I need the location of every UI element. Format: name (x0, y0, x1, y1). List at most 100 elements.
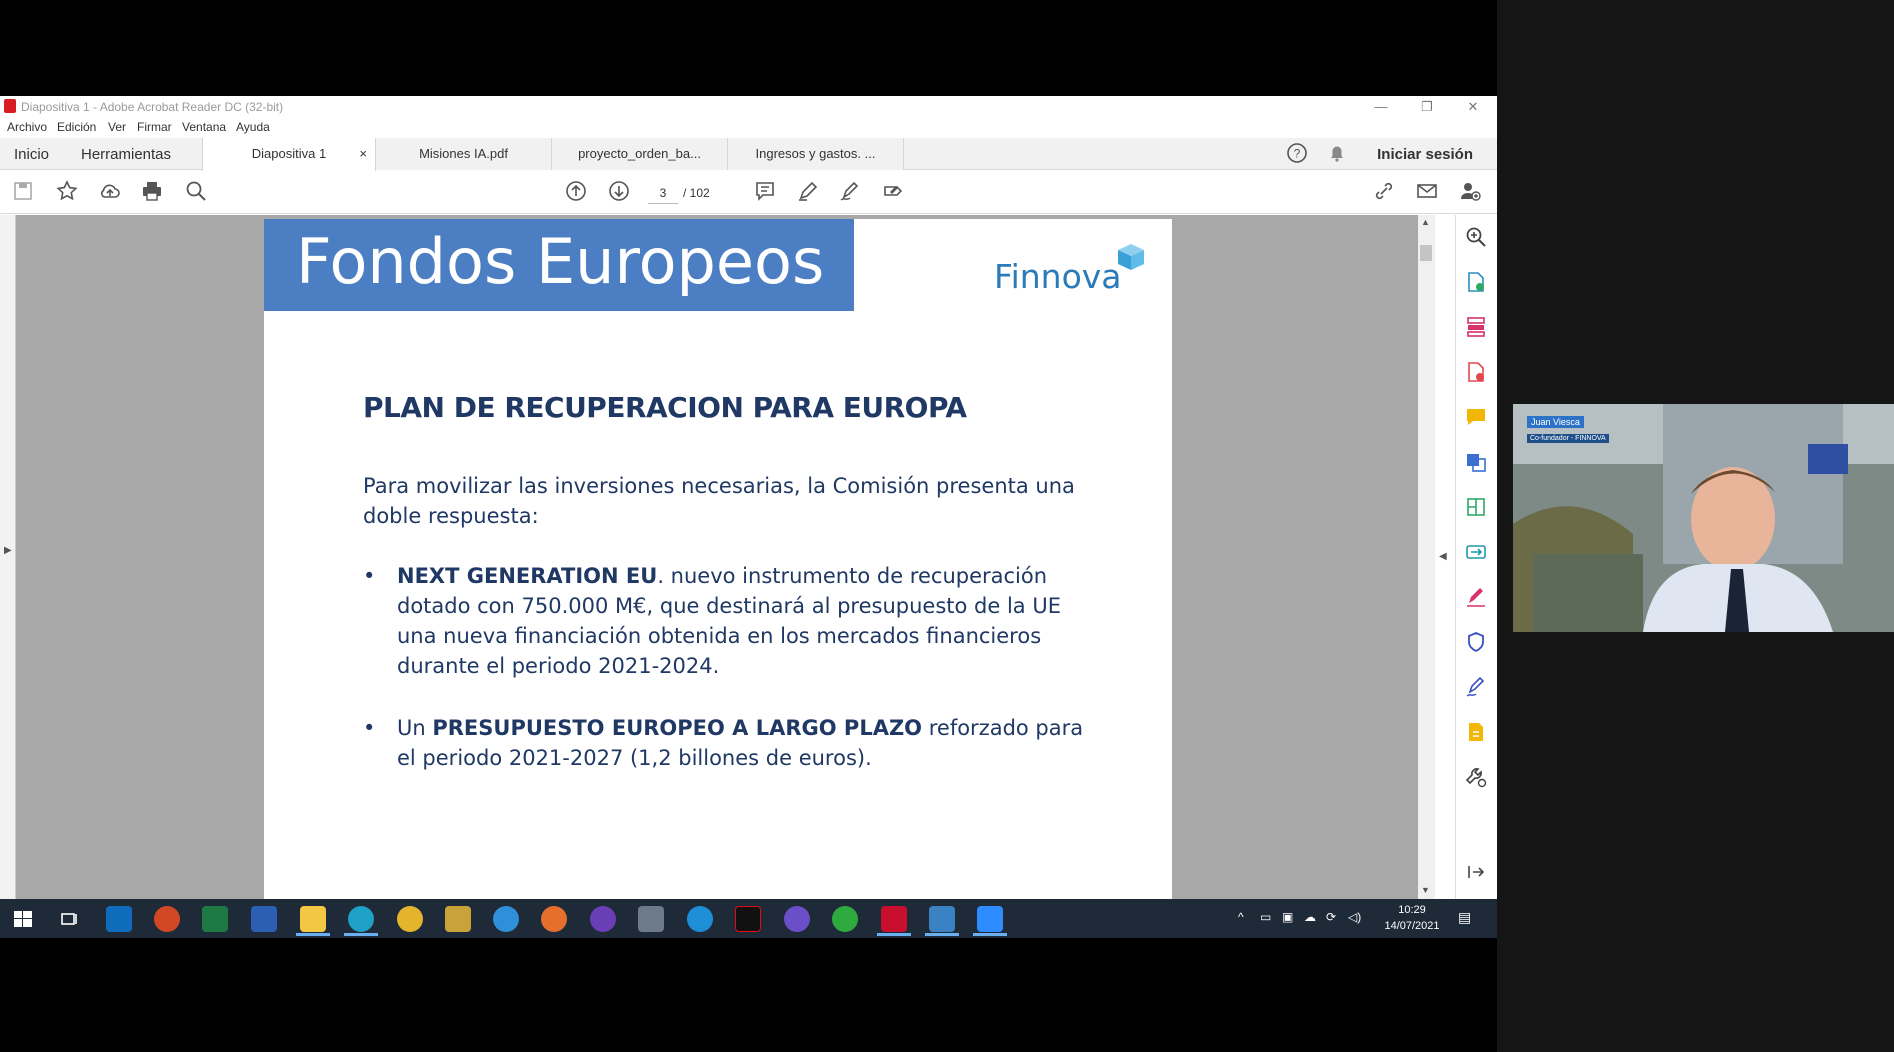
signin-button[interactable]: Iniciar sesión (1377, 146, 1473, 163)
more-tools-icon[interactable] (1464, 765, 1488, 789)
active-indicator (925, 933, 959, 936)
notifications-bell-icon[interactable] (1324, 141, 1350, 167)
internet-explorer-icon[interactable] (493, 906, 519, 932)
task-view-icon[interactable] (56, 906, 82, 932)
vertical-scrollbar[interactable]: ▲ ▼ (1418, 215, 1435, 899)
active-indicator (973, 933, 1007, 936)
help-icon[interactable]: ? (1284, 141, 1310, 167)
tray-app-icon[interactable]: ▭ (1260, 910, 1271, 924)
close-window-button[interactable]: ✕ (1450, 96, 1496, 118)
left-nav-strip[interactable]: ▶ (0, 215, 16, 899)
menu-ventana[interactable]: Ventana (182, 120, 226, 134)
page-number-input[interactable]: 3 (648, 182, 678, 204)
zoom-icon[interactable] (977, 906, 1003, 932)
calculator-icon[interactable] (638, 906, 664, 932)
powerpoint-icon[interactable] (154, 906, 180, 932)
combine-files-icon[interactable] (1464, 450, 1488, 474)
create-pdf-icon[interactable] (1464, 360, 1488, 384)
nav-herramientas[interactable]: Herramientas (81, 146, 171, 163)
nav-inicio[interactable]: Inicio (14, 146, 49, 163)
share-link-icon[interactable] (1371, 179, 1397, 205)
send-for-review-icon[interactable] (1464, 540, 1488, 564)
highlight-pen-icon[interactable] (795, 179, 821, 205)
request-signature-icon[interactable] (1464, 675, 1488, 699)
tab-diapositiva-1[interactable]: Diapositiva 1 × (202, 138, 376, 171)
app-shortcut-icon[interactable] (445, 906, 471, 932)
draw-sign-icon[interactable] (837, 179, 863, 205)
skype-icon[interactable] (687, 906, 713, 932)
comment-icon[interactable] (752, 179, 778, 205)
scroll-thumb[interactable] (1420, 245, 1432, 261)
edge-icon[interactable] (348, 906, 374, 932)
tab-close-icon[interactable]: × (359, 138, 367, 170)
bookmark-star-icon[interactable] (54, 179, 80, 205)
add-user-icon[interactable] (1457, 179, 1483, 205)
email-icon[interactable] (1414, 179, 1440, 205)
zoom-search-icon[interactable] (183, 179, 209, 205)
menu-ver[interactable]: Ver (108, 120, 126, 134)
show-hidden-icons-icon[interactable]: ^ (1238, 910, 1244, 924)
tab-proyecto-orden[interactable]: proyecto_orden_ba... (552, 138, 728, 170)
cortana-icon[interactable] (784, 906, 810, 932)
previous-page-icon[interactable] (563, 179, 589, 205)
network-icon[interactable]: ▣ (1282, 910, 1293, 924)
clock-time: 10:29 (1398, 904, 1426, 916)
chrome-icon[interactable] (397, 906, 423, 932)
save-icon[interactable] (10, 179, 36, 205)
bullet-dot: • (363, 564, 376, 588)
upload-cloud-icon[interactable] (97, 179, 123, 205)
comment-tool-icon[interactable] (1464, 405, 1488, 429)
print-icon[interactable] (139, 179, 165, 205)
whatsapp-icon[interactable] (832, 906, 858, 932)
pdf-slide-page[interactable]: Fondos Europeos Finnova PLAN DE RECUPERA… (264, 219, 1172, 899)
organize-pages-icon[interactable] (1464, 315, 1488, 339)
fill-sign-icon[interactable] (880, 179, 906, 205)
acrobat-taskbar-icon[interactable] (881, 906, 907, 932)
netflix-icon[interactable] (735, 906, 761, 932)
restore-button[interactable]: ❐ (1404, 96, 1450, 118)
fill-and-sign-icon[interactable] (1464, 585, 1488, 609)
menu-edicion[interactable]: Edición (57, 120, 96, 134)
collapse-right-panel-icon[interactable]: ◀ (1439, 551, 1447, 562)
photos-icon[interactable] (929, 906, 955, 932)
zoom-in-icon[interactable] (1464, 225, 1488, 249)
sync-icon[interactable]: ⟳ (1326, 910, 1336, 924)
tab-label: proyecto_orden_ba... (578, 146, 701, 161)
expand-left-panel-icon[interactable]: ▶ (4, 545, 12, 556)
firefox-icon[interactable] (541, 906, 567, 932)
stamp-tool-icon[interactable] (1464, 720, 1488, 744)
menu-ayuda[interactable]: Ayuda (236, 120, 270, 134)
webcam-video-tile[interactable]: Juan Viesca Co-fundador - FINNOVA (1513, 404, 1894, 632)
protect-shield-icon[interactable] (1464, 630, 1488, 654)
slide-header-title: Fondos Europeos (296, 225, 825, 298)
participant-subtitle-label: Co-fundador - FINNOVA (1527, 434, 1609, 443)
windows-taskbar: ^ ▭ ▣ ☁ ⟳ ◁) 10:29 14/07/2021 ▤ (0, 899, 1497, 938)
action-center-icon[interactable]: ▤ (1458, 909, 1471, 926)
file-explorer-icon[interactable] (300, 906, 326, 932)
tor-browser-icon[interactable] (590, 906, 616, 932)
next-page-icon[interactable] (606, 179, 632, 205)
export-pdf-icon[interactable] (1464, 270, 1488, 294)
windows-start-icon[interactable] (10, 906, 36, 932)
menu-firmar[interactable]: Firmar (137, 120, 172, 134)
outlook-icon[interactable] (106, 906, 132, 932)
menu-bar: Archivo Edición Ver Firmar Ventana Ayuda (0, 118, 1497, 136)
excel-icon[interactable] (202, 906, 228, 932)
bullet-text: Un PRESUPUESTO EUROPEO A LARGO PLAZO ref… (397, 713, 1097, 773)
menu-archivo[interactable]: Archivo (7, 120, 47, 134)
onedrive-cloud-icon[interactable]: ☁ (1304, 910, 1316, 924)
scroll-up-icon[interactable]: ▲ (1421, 217, 1430, 227)
compress-pdf-icon[interactable] (1464, 495, 1488, 519)
word-icon[interactable] (251, 906, 277, 932)
window-title: Diapositiva 1 - Adobe Acrobat Reader DC … (21, 100, 284, 114)
tab-ingresos-gastos[interactable]: Ingresos y gastos. ... (728, 138, 904, 170)
volume-icon[interactable]: ◁) (1348, 910, 1361, 924)
system-clock[interactable]: 10:29 14/07/2021 (1377, 902, 1447, 934)
tab-misiones-ia[interactable]: Misiones IA.pdf (376, 138, 552, 170)
scroll-down-icon[interactable]: ▼ (1421, 885, 1430, 895)
minimize-button[interactable]: — (1358, 96, 1404, 118)
tab-label: Misiones IA.pdf (419, 146, 508, 161)
collapse-panel-icon[interactable] (1464, 860, 1488, 884)
participant-name-label: Juan Viesca (1527, 416, 1584, 428)
tab-label: Ingresos y gastos. ... (755, 146, 876, 161)
